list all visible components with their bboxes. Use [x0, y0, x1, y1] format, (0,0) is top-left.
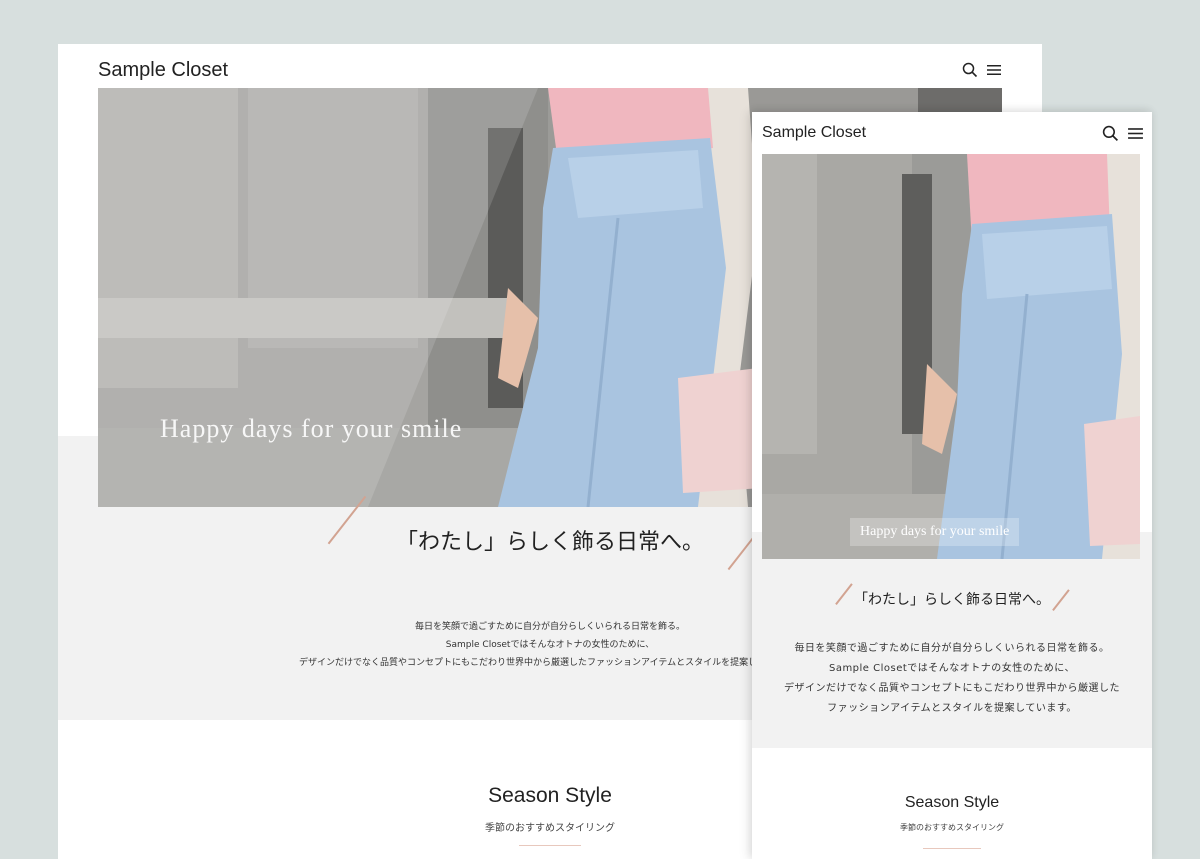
intro-description: 毎日を笑顔で過ごすために自分が自分らしくいられる日常を飾る。 Sample Cl… [752, 639, 1152, 719]
intro-line: 毎日を笑顔で過ごすために自分が自分らしくいられる日常を飾る。 [794, 643, 1110, 654]
hero-tagline: Happy days for your smile [850, 518, 1020, 546]
section-underline [519, 845, 581, 846]
intro-line: Sample Closetではそんなオトナの女性のために、 [828, 663, 1076, 674]
site-logo[interactable]: Sample Closet [98, 59, 228, 82]
search-icon[interactable] [962, 62, 978, 78]
section-title: Season Style [904, 794, 1000, 811]
hamburger-menu-icon[interactable] [986, 64, 1002, 76]
section-subtitle: 季節のおすすめスタイリング [900, 823, 1004, 832]
hero-tagline: Happy days for your smile [160, 414, 463, 443]
header-icons [1102, 125, 1144, 142]
hamburger-menu-icon[interactable] [1127, 127, 1144, 140]
header-icons [962, 62, 1002, 78]
hero-image: Happy days for your smile [762, 154, 1140, 559]
intro-line: デザインだけでなく品質やコンセプトにもこだわり世界中から厳選した [784, 683, 1120, 694]
mobile-page-mockup: Sample Closet Happy days for your smile [752, 112, 1152, 859]
catchcopy: 「わたし」らしく飾る日常へ。 [854, 592, 1050, 608]
site-logo[interactable]: Sample Closet [762, 124, 866, 142]
site-header: Sample Closet [98, 52, 1002, 88]
site-header: Sample Closet [762, 118, 1144, 148]
section-underline [923, 848, 981, 849]
search-icon[interactable] [1102, 125, 1119, 142]
intro-line: ファッションアイテムとスタイルを提案しています。 [827, 703, 1077, 714]
